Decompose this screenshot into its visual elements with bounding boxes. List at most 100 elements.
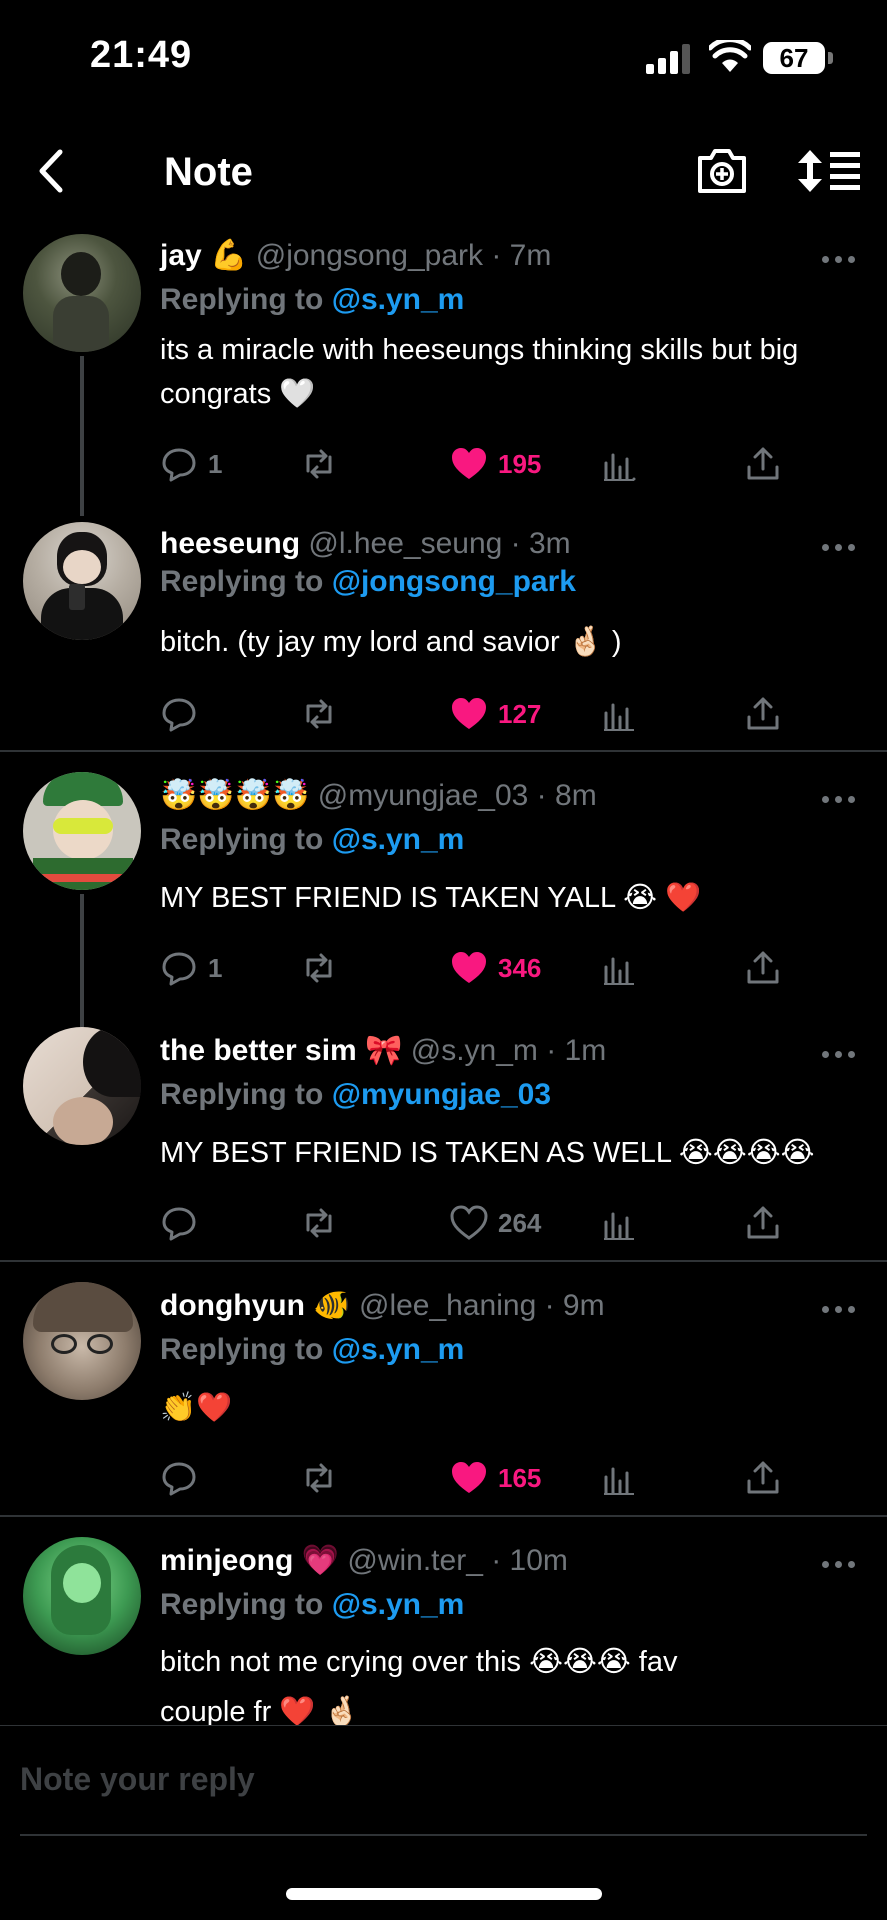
tweet-myungjae[interactable]: 🤯🤯🤯🤯 @myungjae_03 · 8m Replying to @s.yn… — [0, 772, 887, 1029]
share-icon — [747, 447, 779, 480]
more-options-icon[interactable] — [822, 1051, 858, 1061]
retweet-button[interactable] — [300, 444, 338, 484]
replying-to: Replying to @s.yn_m — [160, 1587, 464, 1623]
home-indicator[interactable] — [286, 1888, 602, 1900]
reply-button[interactable] — [160, 1458, 208, 1498]
reply-mention[interactable]: @jongsong_park — [332, 565, 576, 598]
like-button[interactable]: 264 — [450, 1203, 541, 1243]
more-options-icon[interactable] — [822, 544, 858, 554]
share-button[interactable] — [744, 444, 782, 484]
avatar[interactable] — [23, 522, 141, 640]
avatar[interactable] — [23, 234, 141, 352]
retweet-button[interactable] — [300, 1458, 338, 1498]
like-count: 264 — [498, 1207, 542, 1238]
display-name[interactable]: heeseung — [160, 527, 300, 560]
retweet-button[interactable] — [300, 694, 338, 734]
battery-nub — [828, 52, 833, 64]
handle: @win.ter_ · 10m — [347, 1544, 568, 1577]
views-icon — [604, 453, 636, 481]
handle: @jongsong_park · 7m — [255, 239, 552, 272]
views-icon — [604, 957, 634, 985]
action-bar: 165 — [160, 1458, 800, 1498]
share-button[interactable] — [744, 948, 782, 988]
reply-count: 1 — [208, 448, 223, 479]
reply-button[interactable] — [160, 1203, 208, 1243]
replying-to: Replying to @s.yn_m — [160, 1332, 464, 1368]
tweet-minjeong[interactable]: minjeong 💗 @win.ter_ · 10m Replying to @… — [0, 1537, 887, 1728]
tweet-jay[interactable]: jay 💪 @jongsong_park · 7m Replying to @s… — [0, 232, 887, 516]
views-icon — [604, 703, 634, 731]
more-options-icon[interactable] — [822, 1306, 858, 1316]
retweet-button[interactable] — [300, 948, 338, 988]
share-icon — [747, 1206, 779, 1239]
reply-prefix: Replying to — [160, 823, 324, 856]
reply-icon — [162, 448, 196, 482]
sort-icon[interactable] — [796, 146, 862, 196]
reply-button[interactable]: 1 — [160, 948, 222, 988]
more-options-icon[interactable] — [822, 256, 858, 266]
retweet-icon — [306, 699, 332, 729]
reply-placeholder[interactable]: Note your reply — [20, 1761, 255, 1798]
reply-button[interactable] — [160, 694, 208, 734]
wifi-icon — [709, 40, 751, 72]
tweet-text: bitch. (ty jay my lord and savior 🤞🏻 ) — [160, 626, 622, 658]
reply-icon — [162, 698, 196, 732]
tweet-the-better-sim[interactable]: the better sim 🎀 @s.yn_m · 1m Replying t… — [0, 1027, 887, 1257]
views-button[interactable] — [600, 444, 638, 484]
views-button[interactable] — [600, 948, 638, 988]
reply-mention[interactable]: @s.yn_m — [332, 283, 465, 316]
views-button[interactable] — [600, 1458, 638, 1498]
tweet-author: minjeong 💗 @win.ter_ · 10m — [160, 1543, 568, 1579]
reply-mention[interactable]: @s.yn_m — [332, 823, 465, 856]
thread-divider — [0, 1515, 887, 1517]
battery-level: 67 — [779, 43, 809, 73]
avatar[interactable] — [23, 1282, 141, 1400]
composer-divider — [20, 1834, 867, 1836]
display-name[interactable]: 🤯🤯🤯🤯 — [160, 779, 309, 812]
share-icon — [747, 951, 779, 984]
status-bar: 21:49 67 — [0, 0, 887, 110]
avatar[interactable] — [23, 1537, 141, 1655]
display-name[interactable]: jay 💪 — [160, 239, 247, 272]
views-button[interactable] — [600, 1203, 638, 1243]
avatar[interactable] — [23, 772, 141, 890]
reply-mention[interactable]: @s.yn_m — [332, 1588, 465, 1621]
tweet-text: MY BEST FRIEND IS TAKEN YALL 😭 ❤️ — [160, 882, 702, 914]
tweet-heeseung[interactable]: heeseung @l.hee_seung · 3m Replying to @… — [0, 520, 887, 750]
like-button[interactable]: 165 — [450, 1458, 541, 1498]
replying-to: Replying to @s.yn_m — [160, 282, 464, 318]
more-options-icon[interactable] — [822, 1561, 858, 1571]
heart-outline-icon — [450, 1205, 488, 1240]
reply-composer[interactable]: Note your reply — [0, 1725, 887, 1836]
share-button[interactable] — [744, 1458, 782, 1498]
like-button[interactable]: 346 — [450, 948, 541, 988]
display-name[interactable]: donghyun 🐠 — [160, 1289, 351, 1322]
tweet-text: its a miracle with heeseungs thinking sk… — [160, 334, 799, 410]
camera-add-icon[interactable] — [694, 146, 750, 196]
handle: @s.yn_m · 1m — [410, 1034, 607, 1067]
reply-mention[interactable]: @s.yn_m — [332, 1333, 465, 1366]
reply-button[interactable]: 1 — [160, 444, 222, 484]
avatar[interactable] — [23, 1027, 141, 1145]
tweet-author: heeseung @l.hee_seung · 3m — [160, 526, 571, 562]
reply-mention[interactable]: @myungjae_03 — [332, 1078, 551, 1111]
share-button[interactable] — [744, 1203, 782, 1243]
views-button[interactable] — [600, 694, 638, 734]
header: Note — [0, 110, 887, 230]
tweet-author: jay 💪 @jongsong_park · 7m — [160, 238, 551, 274]
action-bar: 264 — [160, 1203, 800, 1243]
share-icon — [747, 697, 779, 730]
retweet-button[interactable] — [300, 1203, 338, 1243]
more-options-icon[interactable] — [822, 796, 858, 806]
tweet-text: 👏❤️ — [160, 1392, 233, 1424]
thread-line — [80, 356, 84, 516]
tweet-donghyun[interactable]: donghyun 🐠 @lee_haning · 9m Replying to … — [0, 1282, 887, 1512]
display-name[interactable]: minjeong 💗 — [160, 1544, 339, 1577]
like-button[interactable]: 127 — [450, 694, 541, 734]
share-button[interactable] — [744, 694, 782, 734]
action-bar: 127 — [160, 694, 800, 734]
display-name[interactable]: the better sim 🎀 — [160, 1034, 402, 1067]
like-button[interactable]: 195 — [450, 444, 541, 484]
reply-prefix: Replying to — [160, 565, 324, 598]
back-chevron-icon[interactable] — [28, 146, 78, 196]
